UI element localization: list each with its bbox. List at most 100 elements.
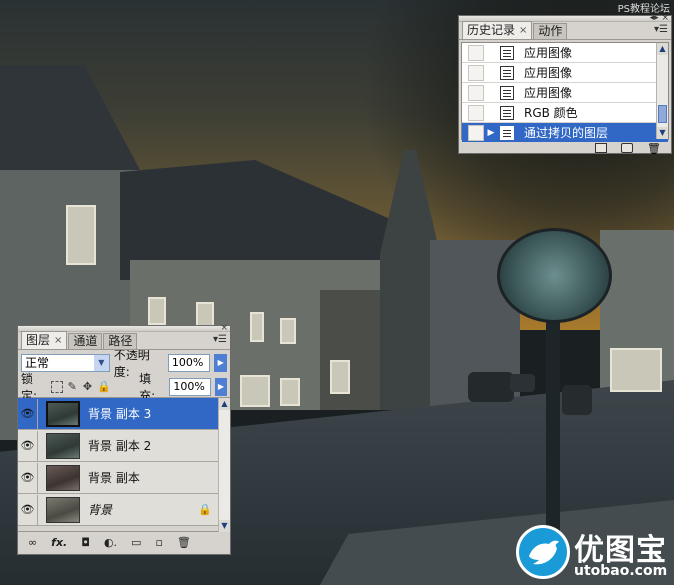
- layer-name[interactable]: 背景 副本: [88, 469, 140, 486]
- car: [562, 385, 592, 415]
- history-state-icon: [500, 105, 514, 120]
- visibility-eye-icon[interactable]: 👁: [18, 462, 38, 493]
- window: [240, 375, 270, 407]
- new-document-from-state-icon[interactable]: [595, 143, 608, 153]
- history-state-icon: [500, 45, 514, 60]
- history-item-label: 通过拷贝的图层: [524, 126, 609, 140]
- snapshot-source-checkbox[interactable]: [468, 124, 484, 141]
- tab-history-label: 历史记录: [467, 23, 516, 37]
- layers-tabs: 图层 × 通道 路径 ▾☰: [18, 331, 230, 350]
- tab-actions-label: 动作: [538, 24, 563, 38]
- current-state-arrow-icon: ▶: [487, 127, 495, 138]
- scroll-thumb[interactable]: [658, 105, 667, 123]
- layer-thumbnail: [46, 464, 80, 491]
- tab-close-icon[interactable]: ×: [54, 333, 62, 348]
- add-mask-icon[interactable]: ◘: [81, 536, 90, 549]
- window: [250, 312, 264, 342]
- new-layer-icon[interactable]: ▫: [155, 536, 162, 549]
- fill-input[interactable]: 100%: [169, 377, 211, 396]
- history-scrollbar[interactable]: ▲ ▼: [656, 43, 668, 139]
- window: [66, 205, 96, 265]
- panel-menu-icon[interactable]: ▾☰: [213, 334, 227, 345]
- layer-row[interactable]: 👁 背景 副本: [18, 462, 230, 494]
- tab-channels-label: 通道: [73, 334, 98, 348]
- visibility-eye-icon[interactable]: 👁: [18, 494, 38, 525]
- history-panel: ◂▸ × 历史记录 × 动作 ▾☰ 应用图像 应用图像 应用图像 RGB 颜色 …: [458, 13, 672, 155]
- history-state-icon: [500, 125, 514, 140]
- snapshot-source-checkbox[interactable]: [468, 84, 484, 101]
- lock-image-pixels-icon[interactable]: ✎: [67, 380, 78, 393]
- tab-paths-label: 路径: [108, 334, 133, 348]
- scroll-up-icon[interactable]: ▲: [657, 43, 668, 55]
- lock-transparent-pixels-icon[interactable]: [51, 380, 63, 393]
- snapshot-source-checkbox[interactable]: [468, 104, 484, 121]
- layer-thumbnail: [46, 400, 80, 427]
- layers-scrollbar[interactable]: ▲ ▼: [218, 398, 230, 532]
- layers-list: 👁 背景 副本 3 👁 背景 副本 2 👁 背景 副本 👁 背景 🔒 ▲ ▼: [18, 398, 230, 532]
- tab-actions[interactable]: 动作: [533, 23, 568, 39]
- blend-mode-select[interactable]: 正常 ▼: [21, 354, 110, 372]
- link-layers-icon[interactable]: ∞: [28, 536, 37, 549]
- lock-all-icon[interactable]: 🔒: [97, 380, 111, 393]
- opacity-input[interactable]: 100%: [167, 354, 211, 372]
- window: [330, 360, 350, 394]
- layer-thumbnail: [46, 432, 80, 459]
- history-item[interactable]: 应用图像: [462, 83, 668, 103]
- history-list: 应用图像 应用图像 应用图像 RGB 颜色 ▶ 通过拷贝的图层 ▲ ▼: [461, 42, 669, 143]
- layers-footer: ∞ fx. ◘ ◐. ▭ ▫ 🗑: [18, 532, 230, 552]
- car: [510, 374, 535, 392]
- layer-name[interactable]: 背景: [88, 501, 112, 518]
- tab-history[interactable]: 历史记录 ×: [462, 21, 533, 39]
- blend-opacity-row: 正常 ▼ 不透明度: 100% ▶: [18, 348, 230, 379]
- adjustment-layer-icon[interactable]: ◐.: [104, 536, 117, 549]
- history-item-selected[interactable]: ▶ 通过拷贝的图层: [462, 123, 668, 143]
- visibility-eye-icon[interactable]: 👁: [18, 430, 38, 461]
- layer-thumbnail: [46, 496, 80, 523]
- visibility-eye-icon[interactable]: 👁: [18, 398, 38, 429]
- bird-logo-icon: [516, 525, 570, 579]
- snapshot-source-checkbox[interactable]: [468, 44, 484, 61]
- logo-url-text: utobao.com: [574, 563, 668, 579]
- tab-layers-label: 图层: [26, 333, 51, 347]
- history-item[interactable]: 应用图像: [462, 43, 668, 63]
- new-snapshot-icon[interactable]: [621, 143, 634, 153]
- window: [610, 348, 662, 392]
- layers-panel: × 图层 × 通道 路径 ▾☰ 正常 ▼ 不透明度: 100% ▶ 锁定: ✎ …: [17, 323, 231, 555]
- lock-position-icon[interactable]: ✥: [82, 380, 93, 393]
- tab-close-icon[interactable]: ×: [519, 23, 527, 38]
- window: [148, 297, 166, 325]
- history-item[interactable]: 应用图像: [462, 63, 668, 83]
- window: [280, 318, 296, 344]
- layer-name[interactable]: 背景 副本 3: [88, 405, 151, 422]
- window: [280, 378, 300, 406]
- delete-icon[interactable]: 🗑: [647, 142, 661, 155]
- snapshot-source-checkbox[interactable]: [468, 64, 484, 81]
- scroll-down-icon[interactable]: ▼: [219, 520, 230, 532]
- blend-mode-value: 正常: [25, 356, 50, 370]
- chevron-down-icon[interactable]: ▼: [93, 355, 109, 371]
- layer-row-selected[interactable]: 👁 背景 副本 3: [18, 398, 230, 430]
- history-item[interactable]: RGB 颜色: [462, 103, 668, 123]
- scroll-up-icon[interactable]: ▲: [219, 398, 230, 410]
- village-sign: [497, 228, 612, 323]
- tab-channels[interactable]: 通道: [68, 333, 103, 349]
- panel-menu-icon[interactable]: ▾☰: [654, 24, 668, 35]
- history-tabs: 历史记录 × 动作 ▾☰: [459, 21, 671, 40]
- new-group-icon[interactable]: ▭: [131, 536, 141, 549]
- delete-layer-icon[interactable]: 🗑: [177, 536, 191, 549]
- layer-name[interactable]: 背景 副本 2: [88, 437, 151, 454]
- opacity-slider-arrow-icon[interactable]: ▶: [214, 354, 227, 372]
- car: [468, 372, 514, 402]
- history-item-label: RGB 颜色: [524, 106, 578, 120]
- layer-row[interactable]: 👁 背景 副本 2: [18, 430, 230, 462]
- fill-slider-arrow-icon[interactable]: ▶: [214, 377, 227, 396]
- layer-lock-icon: 🔒: [198, 503, 212, 516]
- tab-paths[interactable]: 路径: [103, 333, 138, 349]
- layer-row-background[interactable]: 👁 背景 🔒: [18, 494, 230, 526]
- scroll-down-icon[interactable]: ▼: [657, 127, 668, 139]
- history-state-icon: [500, 65, 514, 80]
- tab-layers[interactable]: 图层 ×: [21, 331, 68, 349]
- utobao-logo: 优图宝 utobao.com: [516, 523, 672, 583]
- history-item-label: 应用图像: [524, 46, 573, 60]
- layer-style-fx-icon[interactable]: fx.: [51, 536, 67, 549]
